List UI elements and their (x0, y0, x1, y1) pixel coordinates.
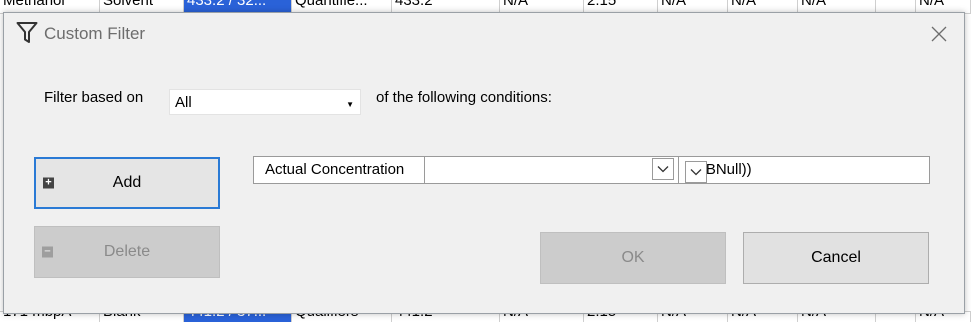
add-button-label: Add (112, 174, 142, 191)
condition-field-label: Actual Concentration (265, 161, 405, 178)
funnel-icon (16, 21, 38, 45)
condition-value-dropdown[interactable]: ((DBNull)) (678, 157, 930, 183)
ok-button-label: OK (621, 249, 645, 266)
cancel-button-label: Cancel (811, 249, 861, 266)
value-dropdown-button[interactable] (685, 161, 707, 183)
condition-field: Actual Concentration (254, 157, 425, 183)
cancel-button[interactable]: Cancel (743, 232, 929, 284)
condition-row: Actual Concentration ((DBNull)) (253, 156, 930, 184)
chevron-down-icon (657, 166, 669, 173)
add-button[interactable]: + Add (34, 157, 220, 209)
filter-based-on-label: Filter based on (44, 89, 144, 106)
condition-operator-dropdown[interactable] (424, 157, 677, 183)
close-button[interactable] (922, 19, 956, 49)
ok-button[interactable]: OK (540, 232, 726, 284)
delete-button-label: Delete (103, 243, 151, 260)
delete-button[interactable]: − Delete (34, 226, 220, 278)
custom-filter-dialog: Custom Filter Filter based on All ▼ of t… (3, 12, 965, 314)
filter-mode-value: All (175, 94, 192, 111)
chevron-down-icon (690, 169, 702, 176)
close-icon (931, 26, 947, 42)
conditions-label: of the following conditions: (376, 89, 552, 106)
dialog-titlebar: Custom Filter (4, 13, 964, 53)
dialog-title: Custom Filter (44, 24, 146, 43)
operator-dropdown-button[interactable] (652, 158, 674, 180)
filter-mode-dropdown[interactable]: All ▼ (169, 89, 361, 115)
minus-icon: − (42, 246, 53, 258)
plus-icon: + (43, 177, 54, 189)
chevron-down-icon: ▼ (346, 100, 354, 109)
